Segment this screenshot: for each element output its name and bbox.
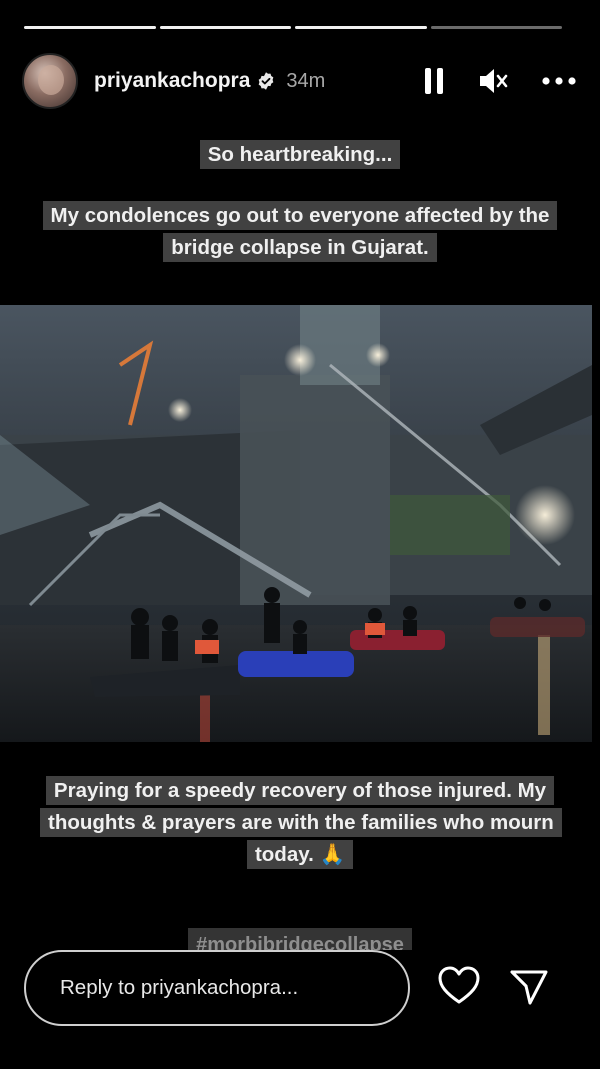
pause-icon[interactable] (424, 67, 444, 95)
story-header: priyankachopra 34m (22, 52, 576, 110)
caption-line-3: Praying for a speedy recovery of those i… (40, 776, 562, 869)
verified-badge-icon (259, 72, 274, 90)
caption-line-2: My condolences go out to everyone affect… (42, 201, 558, 262)
hashtag-link[interactable]: #morbibridgecollapse (188, 928, 412, 950)
reply-box[interactable] (24, 950, 410, 1026)
reply-input[interactable] (60, 976, 390, 1000)
story-progress-bar (24, 26, 562, 29)
heart-icon[interactable] (438, 966, 480, 1006)
bridge-rescue-photo (0, 305, 592, 742)
post-time: 34m (286, 69, 326, 92)
progress-segment-active (430, 26, 562, 29)
send-icon[interactable] (510, 969, 548, 1005)
progress-segment (295, 26, 427, 29)
story-photo (0, 305, 592, 742)
caption-text-1: So heartbreaking... (0, 139, 600, 171)
caption-line-1: So heartbreaking... (199, 140, 401, 169)
muted-speaker-icon[interactable] (478, 67, 508, 95)
progress-segment (159, 26, 291, 29)
progress-segment (24, 26, 156, 29)
caption-text-3: Praying for a speedy recovery of those i… (0, 775, 600, 871)
username[interactable]: priyankachopra (94, 69, 250, 93)
caption-text-2: My condolences go out to everyone affect… (0, 200, 600, 264)
more-options-icon[interactable] (542, 77, 576, 85)
story-controls (424, 67, 576, 95)
avatar[interactable] (22, 53, 78, 109)
